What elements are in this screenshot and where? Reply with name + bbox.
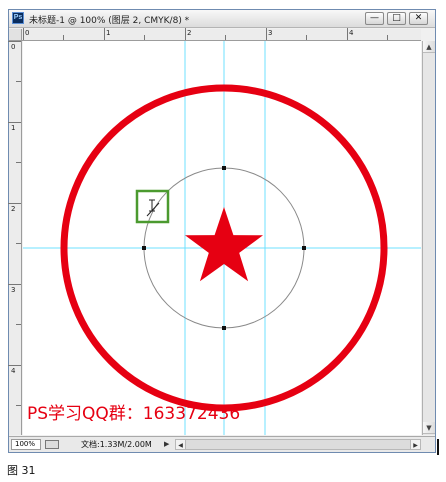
ruler-top-label: 4 xyxy=(349,29,354,37)
vertical-ruler[interactable]: 0 1 2 3 4 xyxy=(8,41,22,435)
text-on-path-cursor-icon xyxy=(146,199,160,217)
status-menu-arrow-icon[interactable]: ▶ xyxy=(164,440,169,448)
ruler-top-label: 1 xyxy=(106,29,111,37)
scroll-down-button[interactable]: ▼ xyxy=(423,422,435,434)
ruler-top-label: 2 xyxy=(187,29,192,37)
vertical-scrollbar[interactable]: ▲ ▼ xyxy=(422,41,435,435)
status-bar: 100% 文档:1.33M/2.00M ▶ ◀ ▶ xyxy=(9,436,435,452)
horizontal-ruler[interactable]: 0 1 2 3 4 xyxy=(22,28,421,41)
path-anchor-point xyxy=(222,326,226,330)
minimize-button[interactable]: — xyxy=(365,12,384,25)
watermark-text: PS学习QQ群：163372436 xyxy=(27,404,241,424)
figure-caption: 图 31 xyxy=(7,464,36,477)
status-info-icon[interactable] xyxy=(45,440,59,449)
ruler-origin-corner[interactable] xyxy=(9,29,22,41)
ruler-left-label: 2 xyxy=(11,205,16,213)
document-canvas[interactable]: PS学习QQ群：163372436 xyxy=(23,41,421,435)
horizontal-scrollbar[interactable] xyxy=(175,439,421,450)
path-anchor-point xyxy=(142,246,146,250)
path-anchor-point xyxy=(302,246,306,250)
ruler-left-label: 1 xyxy=(11,124,16,132)
document-window: Ps 未标题-1 @ 100% (图层 2, CMYK/8) * — □ ✕ 0… xyxy=(8,9,436,453)
ruler-left-label: 4 xyxy=(11,367,16,375)
document-title: 未标题-1 @ 100% (图层 2, CMYK/8) * xyxy=(29,16,190,26)
close-button[interactable]: ✕ xyxy=(409,12,428,25)
document-size-info: 文档:1.33M/2.00M xyxy=(81,440,152,449)
scroll-right-button[interactable]: ▶ xyxy=(410,439,421,450)
canvas-artwork xyxy=(23,41,421,435)
path-anchor-point xyxy=(222,166,226,170)
maximize-button[interactable]: □ xyxy=(387,12,406,25)
ruler-top-label: 3 xyxy=(268,29,273,37)
resize-grip[interactable] xyxy=(437,439,439,455)
ruler-left-label: 3 xyxy=(11,286,16,294)
ruler-left-label: 0 xyxy=(11,43,16,51)
ruler-top-label: 0 xyxy=(25,29,30,37)
scroll-up-button[interactable]: ▲ xyxy=(423,41,435,53)
scroll-left-button[interactable]: ◀ xyxy=(175,439,186,450)
photoshop-app-icon: Ps xyxy=(12,12,24,24)
zoom-level-field[interactable]: 100% xyxy=(11,439,41,450)
title-bar[interactable]: Ps 未标题-1 @ 100% (图层 2, CMYK/8) * — □ ✕ xyxy=(9,10,435,28)
